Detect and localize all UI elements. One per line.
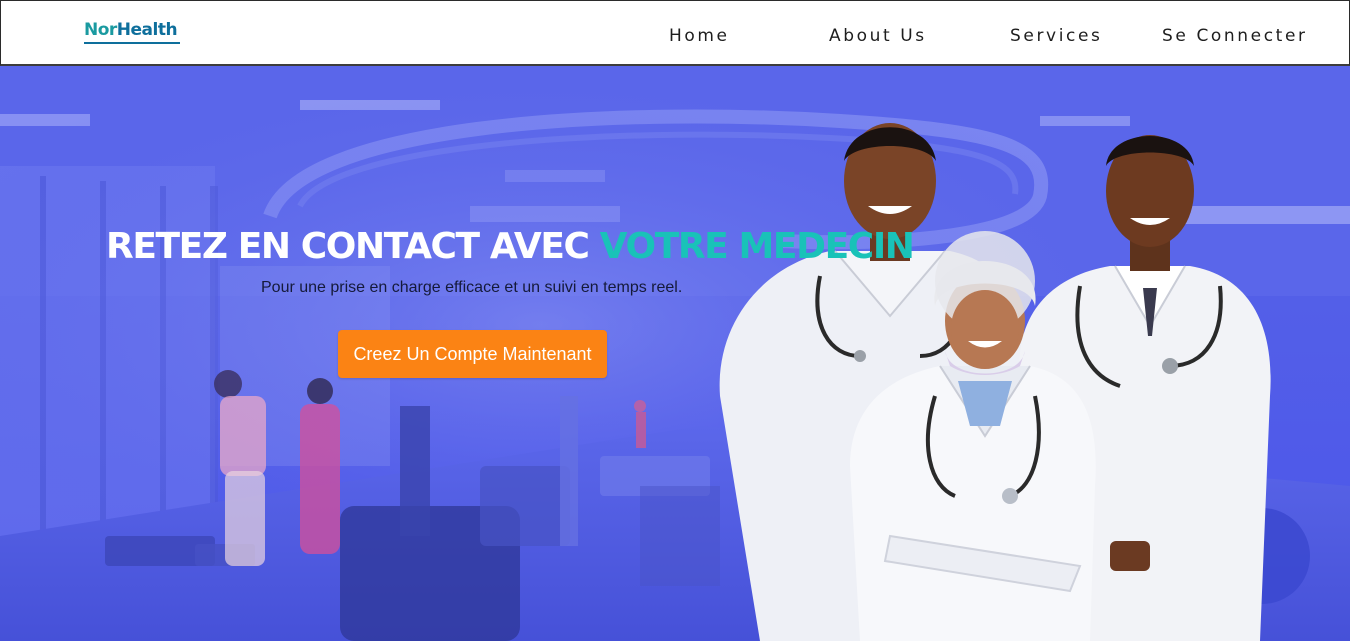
logo-underline [84,42,180,44]
logo-part-1: Nor [84,20,117,40]
hero-headline-accent: VOTRE MEDECIN [599,226,915,267]
create-account-button[interactable]: Creez Un Compte Maintenant [338,330,607,378]
nav-se-connecter-link[interactable]: Se Connecter [1162,25,1308,47]
top-navbar: NorHealth Home About Us Services Se Conn… [0,0,1350,66]
hero-section: RETEZ EN CONTACT AVEC VOTRE MEDECIN Pour… [0,66,1350,641]
logo-wordmark: NorHealth [84,20,178,40]
nav-services-link[interactable]: Services [1010,25,1103,47]
hero-subtitle: Pour une prise en charge efficace et un … [261,279,683,296]
nav-about-us-link[interactable]: About Us [829,25,927,47]
doctors-illustration [719,123,1271,641]
nav-home-link[interactable]: Home [669,25,730,47]
hero-headline-main: RETEZ EN CONTACT AVEC [106,226,600,267]
logo-part-2: Health [116,20,178,40]
hero-headline: RETEZ EN CONTACT AVEC VOTRE MEDECIN [106,226,915,268]
norhealth-logo[interactable]: NorHealth [84,20,182,46]
